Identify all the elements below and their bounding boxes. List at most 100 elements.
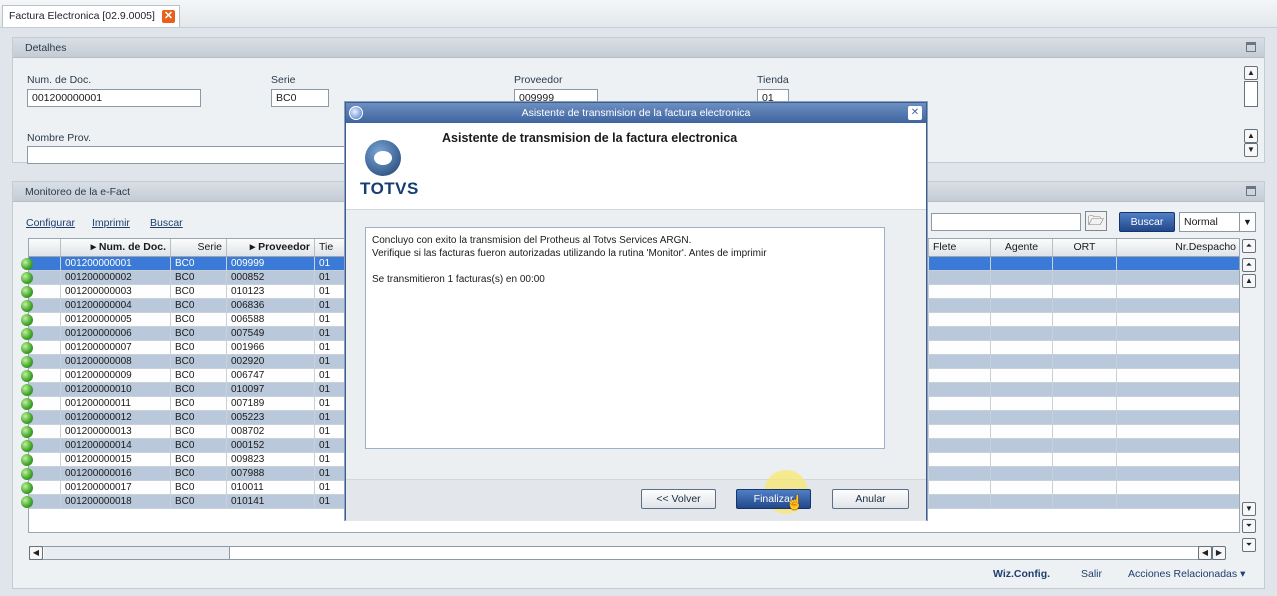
table-cell: 001200000013: [61, 425, 171, 438]
table-cell: [929, 439, 991, 452]
table-cell: [1053, 467, 1117, 480]
table-cell: [29, 495, 61, 508]
table-cell: [1117, 313, 1239, 326]
scroll-left-icon[interactable]: ◀: [29, 546, 43, 560]
dialog-footer: << Volver Finalizar ☝ Anular: [346, 470, 926, 521]
salir-button[interactable]: Salir: [1081, 568, 1102, 580]
table-cell: [1117, 397, 1239, 410]
link-imprimir[interactable]: Imprimir: [92, 217, 130, 229]
anular-button[interactable]: Anular: [832, 489, 909, 509]
table-cell: 006588: [227, 313, 315, 326]
folder-icon[interactable]: 🗁: [1085, 211, 1107, 231]
scroll-down-icon[interactable]: ▼: [1244, 143, 1258, 157]
link-buscar[interactable]: Buscar: [150, 217, 183, 229]
scroll-up-icon[interactable]: ▲: [1244, 66, 1258, 80]
table-cell: [991, 495, 1053, 508]
table-cell: BC0: [171, 271, 227, 284]
table-cell: [929, 397, 991, 410]
table-cell: 010097: [227, 383, 315, 396]
table-cell: [929, 481, 991, 494]
close-icon[interactable]: ✕: [908, 106, 922, 120]
table-cell: 001200000008: [61, 355, 171, 368]
status-green-icon: [21, 370, 33, 382]
horizontal-scrollbar[interactable]: ◀ ◀ ▶: [29, 546, 1226, 560]
table-cell: BC0: [171, 355, 227, 368]
table-cell: [1117, 439, 1239, 452]
dialog-titlebar: Asistente de transmision de la factura e…: [346, 103, 926, 123]
status-green-icon: [21, 412, 33, 424]
details-header: Detalhes: [13, 38, 1264, 58]
col-flete[interactable]: Flete: [929, 239, 991, 256]
table-cell: 000852: [227, 271, 315, 284]
transmission-dialog: Asistente de transmision de la factura e…: [345, 102, 927, 521]
table-cell: 006747: [227, 369, 315, 382]
totvs-logo-text: TOTVS: [360, 179, 419, 198]
nombre-prov-label: Nombre Prov.: [27, 132, 91, 144]
table-cell: [991, 467, 1053, 480]
table-cell: [1053, 257, 1117, 270]
col-proveedor[interactable]: ▸ Proveedor: [227, 239, 315, 256]
scroll-bottom-icon[interactable]: ⏷: [1242, 538, 1256, 552]
minimize-icon[interactable]: [1246, 42, 1256, 52]
table-cell: [1117, 299, 1239, 312]
table-cell: [929, 453, 991, 466]
num-doc-label: Num. de Doc.: [27, 74, 92, 86]
table-cell: BC0: [171, 411, 227, 424]
status-green-icon: [21, 286, 33, 298]
buscar-button[interactable]: Buscar: [1119, 212, 1175, 232]
tab-factura-electronica[interactable]: Factura Electronica [02.9.0005] ✕: [2, 5, 180, 27]
nombre-prov-field[interactable]: [27, 146, 347, 164]
scroll-up-icon[interactable]: ▲: [1242, 274, 1256, 288]
wiz-config-button[interactable]: Wiz.Config.: [993, 568, 1050, 580]
table-cell: 010141: [227, 495, 315, 508]
scroll-page-down-icon[interactable]: ⏷: [1242, 519, 1256, 533]
table-cell: 008702: [227, 425, 315, 438]
num-doc-field[interactable]: 001200000001: [27, 89, 201, 107]
serie-field[interactable]: BC0: [271, 89, 329, 107]
table-cell: [1117, 327, 1239, 340]
minimize-icon[interactable]: [1246, 186, 1256, 196]
scroll-down-icon[interactable]: ▼: [1242, 502, 1256, 516]
col-serie[interactable]: Serie: [171, 239, 227, 256]
col-ort[interactable]: ORT: [1053, 239, 1117, 256]
status-green-icon: [21, 272, 33, 284]
acciones-relacionadas-button[interactable]: Acciones Relacionadas ▾: [1128, 568, 1245, 580]
table-cell: [1053, 439, 1117, 452]
scroll-up-icon-2[interactable]: ▲: [1244, 129, 1258, 143]
table-cell: [991, 397, 1053, 410]
last-row-date: 14/04/2016: [732, 523, 783, 534]
dialog-heading: Asistente de transmision de la factura e…: [442, 131, 738, 145]
table-cell: BC0: [171, 285, 227, 298]
col-num-doc[interactable]: ▸ Num. de Doc.: [61, 239, 171, 256]
table-cell: BC0: [171, 481, 227, 494]
table-cell: 007189: [227, 397, 315, 410]
scroll-top-icon[interactable]: ⏶: [1242, 239, 1256, 253]
mode-select[interactable]: Normal ▼: [1179, 212, 1256, 232]
scroll-page-up-icon[interactable]: ⏶: [1242, 258, 1256, 272]
col-nr-despacho[interactable]: Nr.Despacho: [1117, 239, 1239, 256]
col-agente[interactable]: Agente: [991, 239, 1053, 256]
link-configurar[interactable]: Configurar: [26, 217, 75, 229]
table-cell: [29, 327, 61, 340]
scroll-left-icon-2[interactable]: ◀: [1198, 546, 1212, 560]
grid-header-status[interactable]: [29, 239, 61, 256]
table-cell: [929, 355, 991, 368]
volver-button[interactable]: << Volver: [641, 489, 716, 509]
close-icon[interactable]: ✕: [161, 10, 175, 23]
horizontal-scroll-thumb[interactable]: [44, 547, 230, 559]
tab-title: Factura Electronica [02.9.0005]: [9, 10, 155, 22]
table-cell: [929, 383, 991, 396]
chevron-down-icon[interactable]: ▼: [1239, 213, 1255, 231]
message-line-4: Se transmitieron 1 facturas(s) en 00:00: [372, 274, 545, 285]
status-green-icon: [21, 398, 33, 410]
table-cell: [929, 411, 991, 424]
table-cell: [29, 299, 61, 312]
table-cell: [991, 453, 1053, 466]
scroll-right-icon[interactable]: ▶: [1212, 546, 1226, 560]
table-cell: [29, 411, 61, 424]
status-green-icon: [21, 482, 33, 494]
scroll-track[interactable]: [1244, 81, 1258, 107]
search-input[interactable]: [931, 213, 1081, 231]
table-cell: [1053, 397, 1117, 410]
table-cell: [29, 383, 61, 396]
